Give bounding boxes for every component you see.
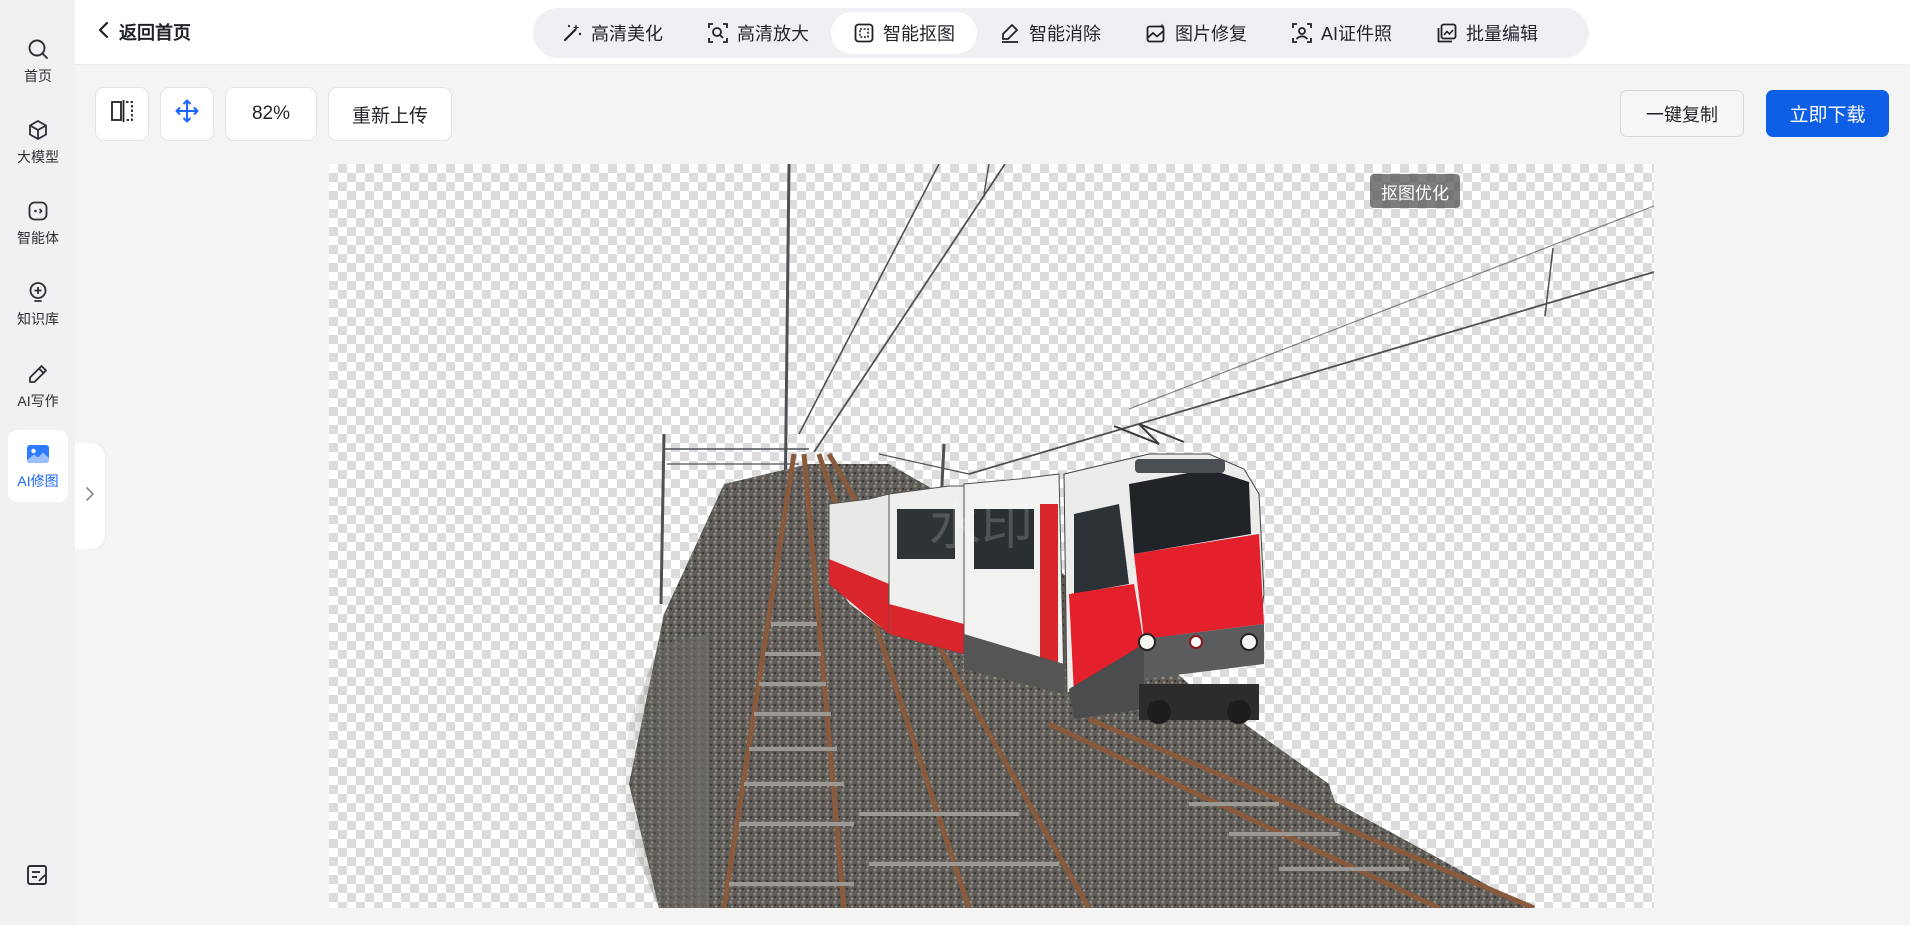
tab-label: AI证件照 bbox=[1321, 24, 1393, 44]
cutout-icon bbox=[853, 22, 875, 44]
nav-item-label: 智能体 bbox=[17, 230, 59, 246]
nav-item-ai-writing[interactable]: AI写作 bbox=[8, 350, 68, 422]
move-button[interactable] bbox=[160, 87, 214, 141]
tab-label: 批量编辑 bbox=[1466, 24, 1539, 44]
compare-button[interactable] bbox=[95, 87, 149, 141]
tab-smart-cutout[interactable]: 智能抠图 bbox=[831, 12, 977, 54]
id-photo-icon bbox=[1291, 22, 1313, 44]
download-button[interactable]: 立即下载 bbox=[1766, 90, 1889, 137]
nav-item-label: 大模型 bbox=[17, 149, 59, 165]
agent-icon bbox=[25, 198, 51, 224]
back-home-button[interactable]: 返回首页 bbox=[97, 19, 191, 45]
chevron-right-icon bbox=[85, 486, 95, 507]
zoom-frame-icon bbox=[707, 22, 729, 44]
batch-edit-icon bbox=[1436, 22, 1458, 44]
nav-item-agents[interactable]: 智能体 bbox=[8, 187, 68, 259]
main-panel: 返回首页 高清美化 高清放大 智能抠图 智能消除 图片修复 AI证件照 批量编辑… bbox=[75, 0, 1910, 925]
collapse-sidebar-button[interactable] bbox=[75, 443, 105, 549]
bulb-icon bbox=[25, 279, 51, 305]
tab-label: 高清美化 bbox=[591, 24, 663, 44]
tab-label: 图片修复 bbox=[1175, 24, 1247, 44]
magic-wand-icon bbox=[561, 22, 583, 44]
nav-item-home[interactable]: 首页 bbox=[8, 25, 68, 97]
reupload-button[interactable]: 重新上传 bbox=[328, 87, 452, 141]
tab-smart-erase[interactable]: 智能消除 bbox=[977, 12, 1123, 54]
compare-icon bbox=[109, 98, 135, 130]
svg-text:水印: 水印 bbox=[929, 497, 1033, 557]
back-home-label: 返回首页 bbox=[119, 23, 191, 43]
tab-label: 高清放大 bbox=[737, 24, 809, 44]
top-header: 返回首页 高清美化 高清放大 智能抠图 智能消除 图片修复 AI证件照 批量编辑 bbox=[75, 0, 1910, 65]
nav-item-ai-photo[interactable]: AI修图 bbox=[8, 430, 68, 502]
tab-ai-id-photo[interactable]: AI证件照 bbox=[1269, 12, 1414, 54]
tab-batch-edit[interactable]: 批量编辑 bbox=[1414, 12, 1560, 54]
notes-icon[interactable] bbox=[22, 860, 52, 890]
search-icon bbox=[25, 36, 51, 62]
nav-item-label: 知识库 bbox=[17, 311, 59, 327]
nav-item-label: AI写作 bbox=[17, 393, 59, 409]
cube-icon bbox=[25, 117, 51, 143]
move-icon bbox=[174, 98, 200, 130]
tab-label: 智能抠图 bbox=[883, 24, 955, 44]
pen-icon bbox=[25, 361, 51, 387]
nav-item-label: AI修图 bbox=[17, 473, 59, 489]
photo-repair-icon bbox=[1145, 22, 1167, 44]
left-nav-rail: 首页 大模型 智能体 知识库 AI写作 AI修图 bbox=[0, 0, 75, 925]
image-icon bbox=[25, 441, 51, 467]
tab-label: 智能消除 bbox=[1029, 24, 1101, 44]
cutout-train-image: 水印 bbox=[619, 164, 1654, 908]
eraser-icon bbox=[999, 22, 1021, 44]
copy-button[interactable]: 一键复制 bbox=[1620, 90, 1744, 137]
tab-photo-repair[interactable]: 图片修复 bbox=[1123, 12, 1269, 54]
cutout-canvas[interactable]: 水印 bbox=[329, 164, 1654, 908]
tab-hd-beautify[interactable]: 高清美化 bbox=[539, 12, 685, 54]
tool-switcher: 高清美化 高清放大 智能抠图 智能消除 图片修复 AI证件照 批量编辑 bbox=[533, 8, 1589, 58]
tab-hd-upscale[interactable]: 高清放大 bbox=[685, 12, 831, 54]
nav-item-models[interactable]: 大模型 bbox=[8, 106, 68, 178]
nav-item-label: 首页 bbox=[24, 68, 52, 84]
zoom-level[interactable]: 82% bbox=[225, 87, 317, 141]
nav-item-knowledge[interactable]: 知识库 bbox=[8, 268, 68, 340]
chevron-left-icon bbox=[97, 20, 111, 45]
cutout-optimize-button[interactable]: 抠图优化 bbox=[1370, 174, 1460, 208]
